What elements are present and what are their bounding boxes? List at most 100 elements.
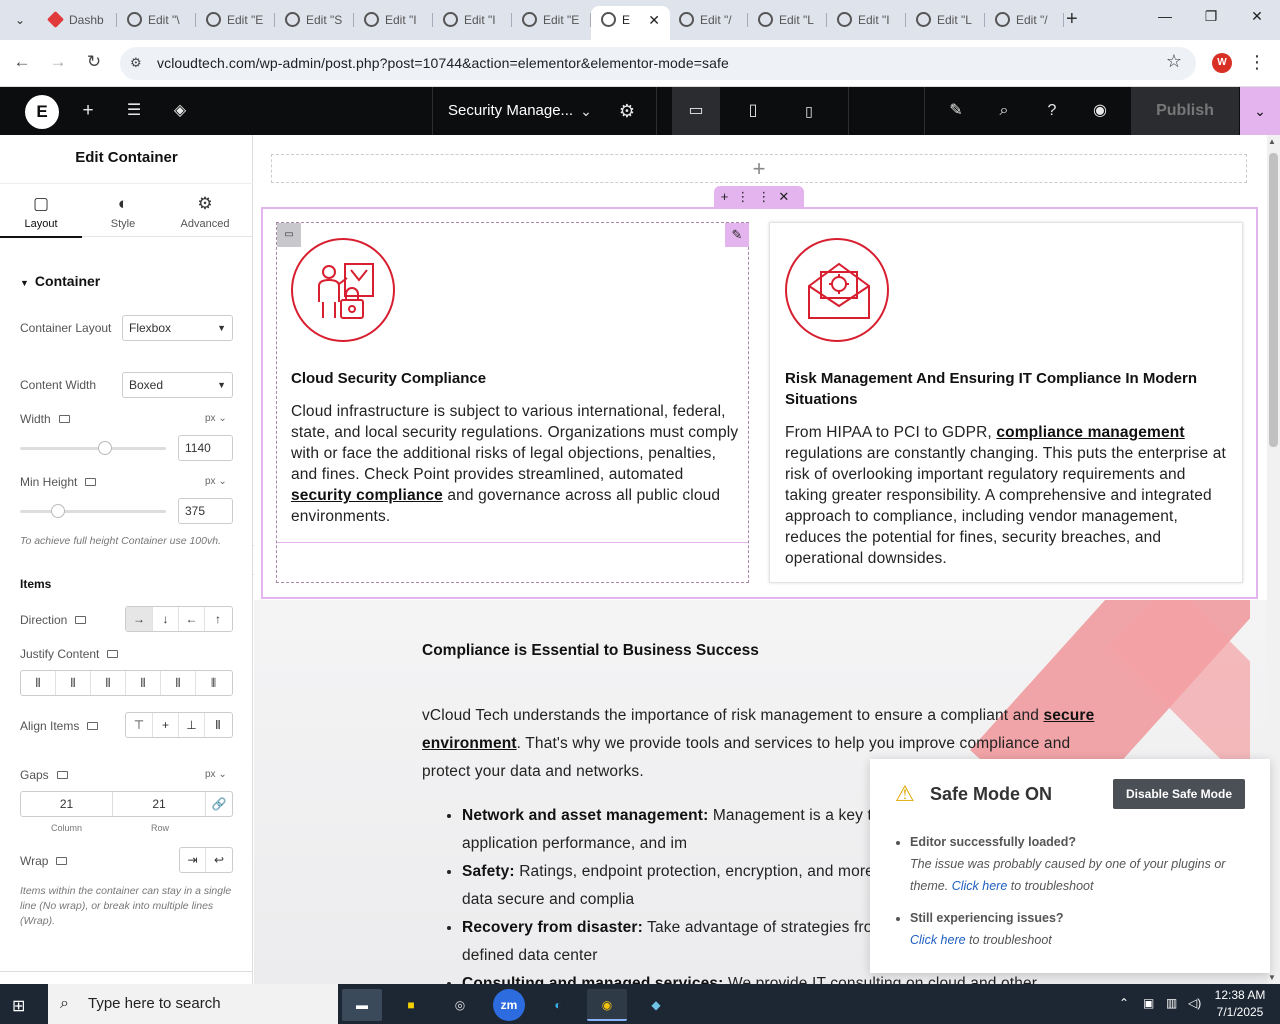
- page-settings-gear-icon[interactable]: ⚙: [604, 87, 650, 135]
- scroll-up-icon[interactable]: ▲: [1268, 137, 1276, 146]
- container-layout-select[interactable]: Flexbox ▼: [122, 315, 233, 341]
- preview-eye-icon[interactable]: ◉: [1077, 87, 1123, 135]
- compliance-management-link[interactable]: compliance management: [996, 424, 1184, 441]
- add-section-button[interactable]: +: [271, 154, 1247, 183]
- gap-column-input[interactable]: 21: [21, 792, 113, 816]
- restore-icon[interactable]: ❐: [1196, 8, 1226, 25]
- tray-overflow-icon[interactable]: ⌃: [1119, 996, 1129, 1010]
- zoom-app-icon[interactable]: zm: [493, 989, 525, 1021]
- reload-icon[interactable]: ↻: [82, 52, 106, 72]
- elementor-logo-icon[interactable]: E: [25, 95, 59, 129]
- help-icon[interactable]: ?: [1029, 87, 1075, 135]
- file-explorer-icon[interactable]: ▬: [342, 989, 382, 1021]
- justify-center-icon[interactable]: ⫴: [56, 671, 91, 695]
- justify-end-icon[interactable]: ⫴: [91, 671, 126, 695]
- desktop-view-icon[interactable]: ▭: [673, 87, 719, 135]
- forward-icon[interactable]: →: [46, 52, 70, 72]
- direction-column-icon[interactable]: ↓: [153, 607, 179, 631]
- responsive-desktop-icon[interactable]: [75, 615, 87, 624]
- browser-tab[interactable]: Edit "I: [354, 6, 433, 34]
- app-diamond-icon[interactable]: ◆: [636, 989, 676, 1021]
- disable-safe-mode-button[interactable]: Disable Safe Mode: [1113, 779, 1245, 809]
- edge-browser-icon[interactable]: ◐: [538, 989, 578, 1021]
- browser-tab[interactable]: Edit "L: [748, 6, 827, 34]
- responsive-desktop-icon[interactable]: [107, 649, 119, 658]
- profile-avatar[interactable]: W: [1212, 53, 1232, 73]
- security-compliance-link[interactable]: security compliance: [291, 487, 443, 504]
- container-handle[interactable]: +⋮⋮✕: [714, 186, 804, 208]
- align-end-icon[interactable]: ⊥: [179, 713, 205, 737]
- structure-layers-icon[interactable]: ◈: [157, 87, 203, 135]
- responsive-desktop-icon[interactable]: [85, 477, 97, 486]
- notes-icon[interactable]: ✎: [933, 87, 979, 135]
- browser-menu-icon[interactable]: ⋮: [1248, 52, 1266, 73]
- scroll-down-icon[interactable]: ▼: [1268, 973, 1276, 982]
- tab-search-icon[interactable]: ⌄: [8, 8, 32, 32]
- width-slider[interactable]: [20, 441, 166, 455]
- search-icon[interactable]: ⌕: [981, 87, 1027, 135]
- align-stretch-icon[interactable]: Ⅱ: [205, 713, 231, 737]
- back-icon[interactable]: ←: [10, 52, 34, 72]
- sticky-notes-icon[interactable]: ■: [391, 989, 431, 1021]
- troubleshoot-link[interactable]: Click here: [952, 879, 1008, 893]
- browser-tab[interactable]: Edit "I: [827, 6, 906, 34]
- direction-row-reverse-icon[interactable]: ←: [179, 607, 205, 631]
- edit-widget-pencil-icon[interactable]: ✎: [725, 223, 749, 247]
- browser-tab[interactable]: Dashb: [38, 6, 117, 34]
- add-container-icon[interactable]: +: [721, 189, 737, 204]
- section-container-toggle[interactable]: ▼ Container: [20, 273, 100, 289]
- direction-row-icon[interactable]: →: [126, 607, 153, 631]
- min-height-slider[interactable]: [20, 504, 166, 518]
- publish-button[interactable]: Publish: [1131, 87, 1239, 135]
- add-element-icon[interactable]: +: [65, 87, 111, 135]
- url-text[interactable]: vcloudtech.com/wp-admin/post.php?post=10…: [157, 55, 729, 71]
- bookmark-star-icon[interactable]: ☆: [1166, 51, 1182, 72]
- align-start-icon[interactable]: ⊤: [126, 713, 153, 737]
- responsive-desktop-icon[interactable]: [56, 770, 68, 779]
- link-values-icon[interactable]: 🔗: [206, 792, 232, 816]
- responsive-desktop-icon[interactable]: [87, 721, 99, 730]
- browser-tab[interactable]: E ✕: [591, 6, 670, 40]
- troubleshoot-link[interactable]: Click here: [910, 933, 966, 947]
- taskbar-clock[interactable]: 12:38 AM 7/1/2025: [1206, 987, 1274, 1021]
- windows-start-icon[interactable]: ⊞: [12, 996, 25, 1016]
- browser-tab[interactable]: Edit "E: [512, 6, 591, 34]
- min-height-slider-handle[interactable]: [51, 504, 65, 518]
- site-info-icon[interactable]: ⚙: [130, 55, 142, 71]
- network-icon[interactable]: ▥: [1166, 996, 1177, 1010]
- url-bar[interactable]: ⚙ vcloudtech.com/wp-admin/post.php?post=…: [120, 47, 1196, 80]
- publish-options-chevron-icon[interactable]: ⌄: [1240, 87, 1280, 135]
- volume-icon[interactable]: ◁): [1188, 996, 1201, 1010]
- gaps-unit-select[interactable]: px ⌄: [205, 769, 227, 780]
- delete-container-icon[interactable]: ✕: [778, 189, 797, 204]
- min-height-input[interactable]: 375: [178, 498, 233, 524]
- direction-column-reverse-icon[interactable]: ↑: [205, 607, 231, 631]
- browser-tab[interactable]: Edit "/: [669, 6, 748, 34]
- browser-tab[interactable]: Edit "E: [196, 6, 275, 34]
- browser-tab[interactable]: Edit "I: [433, 6, 512, 34]
- justify-space-evenly-icon[interactable]: ⫴: [196, 671, 231, 695]
- mobile-view-icon[interactable]: ▯: [786, 87, 832, 135]
- responsive-desktop-icon[interactable]: [58, 414, 70, 423]
- close-window-icon[interactable]: ✕: [1242, 8, 1272, 25]
- drag-container-icon[interactable]: ⋮⋮: [736, 189, 778, 204]
- taskbar-search-box[interactable]: ⌕ Type here to search: [48, 984, 338, 1024]
- width-input[interactable]: 1140: [178, 435, 233, 461]
- width-unit-select[interactable]: px ⌄: [205, 413, 227, 424]
- network-app-icon[interactable]: ◎: [440, 989, 480, 1021]
- tray-app-icon[interactable]: ▣: [1143, 996, 1154, 1010]
- justify-space-around-icon[interactable]: ⫴: [161, 671, 196, 695]
- tablet-view-icon[interactable]: ▯: [730, 87, 776, 135]
- page-title[interactable]: Security Manage...: [448, 87, 573, 135]
- justify-start-icon[interactable]: ⫴: [21, 671, 56, 695]
- close-tab-icon[interactable]: ✕: [648, 6, 660, 34]
- content-width-select[interactable]: Boxed ▼: [122, 372, 233, 398]
- tab-style[interactable]: ◐ Style: [82, 184, 164, 238]
- width-slider-handle[interactable]: [98, 441, 112, 455]
- wrap-icon[interactable]: ↩: [206, 848, 232, 872]
- justify-space-between-icon[interactable]: ⫴: [126, 671, 161, 695]
- no-wrap-icon[interactable]: ⇥: [180, 848, 206, 872]
- responsive-desktop-icon[interactable]: [56, 856, 68, 865]
- page-title-chevron-icon[interactable]: ⌄: [563, 87, 609, 135]
- site-settings-icon[interactable]: ☰: [111, 87, 157, 135]
